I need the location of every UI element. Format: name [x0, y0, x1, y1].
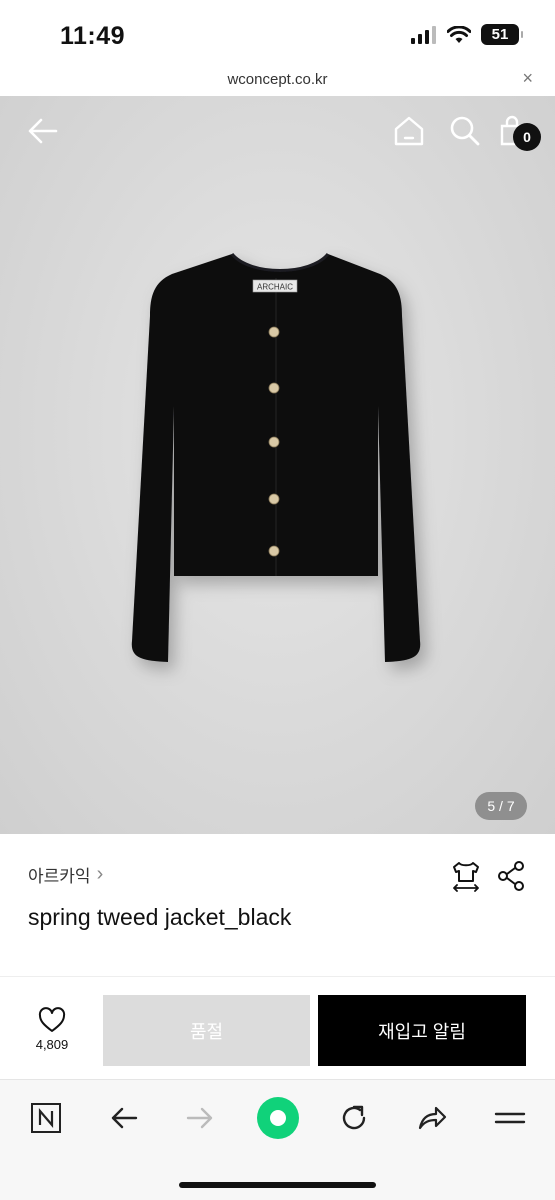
share-page-button[interactable]	[410, 1096, 454, 1140]
battery-indicator: 51	[481, 24, 523, 45]
size-guide-icon[interactable]	[451, 860, 481, 892]
status-time: 11:49	[60, 22, 126, 50]
url-bar[interactable]: wconcept.co.kr ×	[0, 62, 555, 96]
cart-count-badge: 0	[513, 123, 541, 151]
product-image: ARCHAIC	[131, 252, 421, 662]
url-text: wconcept.co.kr	[227, 70, 328, 88]
home-icon[interactable]	[392, 114, 426, 148]
restock-alert-button[interactable]: 재입고 알림	[318, 995, 526, 1066]
product-info: 아르카익 › spring tweed jacket_black	[0, 834, 555, 976]
chevron-right-icon: ›	[96, 863, 104, 885]
info-actions	[451, 860, 525, 892]
menu-button[interactable]	[488, 1096, 532, 1140]
naver-button[interactable]	[24, 1096, 68, 1140]
back-arrow-icon	[111, 1107, 138, 1129]
forward-arrow-icon	[186, 1107, 213, 1129]
like-button[interactable]: 4,809	[28, 1007, 76, 1052]
menu-icon	[494, 1112, 526, 1124]
purchase-action-bar: 4,809 품절 재입고 알림	[0, 977, 555, 1079]
status-icons: 51	[411, 24, 523, 45]
browser-toolbar	[0, 1079, 555, 1200]
browser-back-button[interactable]	[102, 1096, 146, 1140]
jacket-label-text: ARCHAIC	[257, 283, 293, 292]
search-icon[interactable]	[448, 114, 482, 148]
like-count: 4,809	[35, 1037, 69, 1052]
signal-icon	[411, 25, 436, 44]
share-icon[interactable]	[497, 860, 525, 892]
browser-forward-button[interactable]	[178, 1096, 222, 1140]
page-indicator: 5 / 7	[475, 792, 527, 820]
green-dot-icon	[257, 1097, 299, 1139]
brand-link[interactable]: 아르카익 ›	[28, 862, 103, 887]
refresh-icon	[342, 1105, 366, 1130]
refresh-button[interactable]	[332, 1096, 376, 1140]
status-bar: 11:49 51	[0, 0, 555, 62]
home-indicator[interactable]	[179, 1182, 376, 1188]
product-image-gallery[interactable]: 0 ARCHAIC 5 / 7	[0, 96, 555, 834]
green-dot-button[interactable]	[254, 1094, 302, 1142]
naver-n-icon	[31, 1103, 61, 1133]
brand-name: 아르카익	[28, 867, 91, 886]
share-arrow-icon	[418, 1106, 447, 1130]
close-icon[interactable]: ×	[522, 68, 533, 89]
heart-icon	[38, 1007, 66, 1032]
product-title: spring tweed jacket_black	[28, 904, 292, 930]
back-arrow-icon[interactable]	[26, 114, 60, 148]
sold-out-button[interactable]: 품절	[103, 995, 310, 1066]
wifi-icon	[447, 25, 471, 43]
